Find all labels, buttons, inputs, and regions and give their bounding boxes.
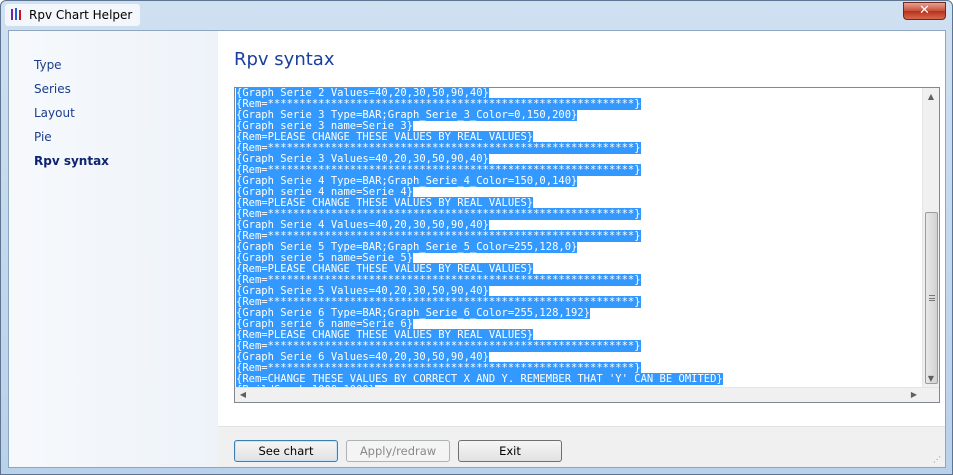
title-bar[interactable]: Rpv Chart Helper ✕ — [1, 1, 952, 29]
sidebar-item-series[interactable]: Series — [34, 80, 71, 98]
close-button[interactable]: ✕ — [903, 2, 946, 20]
sidebar-item-pie[interactable]: Pie — [34, 128, 52, 146]
scroll-right-icon[interactable]: ▶ — [906, 387, 922, 402]
horizontal-scrollbar[interactable]: ◀ ▶ — [235, 387, 939, 402]
button-bar: See chart Apply/redraw Exit ⋰ — [218, 426, 945, 467]
syntax-text[interactable]: {Graph_Serie_2_Values=40,20,30,50,90,40}… — [236, 88, 923, 399]
window-title: Rpv Chart Helper — [5, 4, 141, 26]
sidebar-item-type[interactable]: Type — [34, 56, 62, 74]
exit-button[interactable]: Exit — [458, 440, 562, 462]
sidebar-item-layout[interactable]: Layout — [34, 104, 75, 122]
sidebar-item-rpv-syntax[interactable]: Rpv syntax — [34, 152, 109, 170]
sidebar: Type Series Layout Pie Rpv syntax — [9, 31, 218, 467]
apply-redraw-button[interactable]: Apply/redraw — [346, 440, 450, 462]
page-title: Rpv syntax — [234, 49, 335, 70]
vertical-scroll-thumb[interactable] — [925, 212, 938, 384]
chart-app-icon — [11, 8, 21, 20]
see-chart-button[interactable]: See chart — [234, 440, 338, 462]
scroll-up-icon[interactable]: ▲ — [923, 88, 939, 105]
main-content: Rpv syntax {Graph_Serie_2_Values=40,20,3… — [218, 31, 945, 426]
resize-grip-icon[interactable]: ⋰ — [933, 455, 943, 465]
scroll-left-icon[interactable]: ◀ — [235, 387, 251, 402]
app-window: Rpv Chart Helper ✕ Type Series Layout Pi… — [0, 0, 953, 475]
grip-icon — [929, 295, 935, 301]
vertical-scrollbar[interactable]: ▲ ▼ — [922, 88, 939, 387]
scroll-down-icon[interactable]: ▼ — [923, 370, 939, 387]
rpv-syntax-textbox[interactable]: {Graph_Serie_2_Values=40,20,30,50,90,40}… — [234, 87, 940, 403]
client-area: Type Series Layout Pie Rpv syntax Rpv sy… — [8, 30, 946, 468]
